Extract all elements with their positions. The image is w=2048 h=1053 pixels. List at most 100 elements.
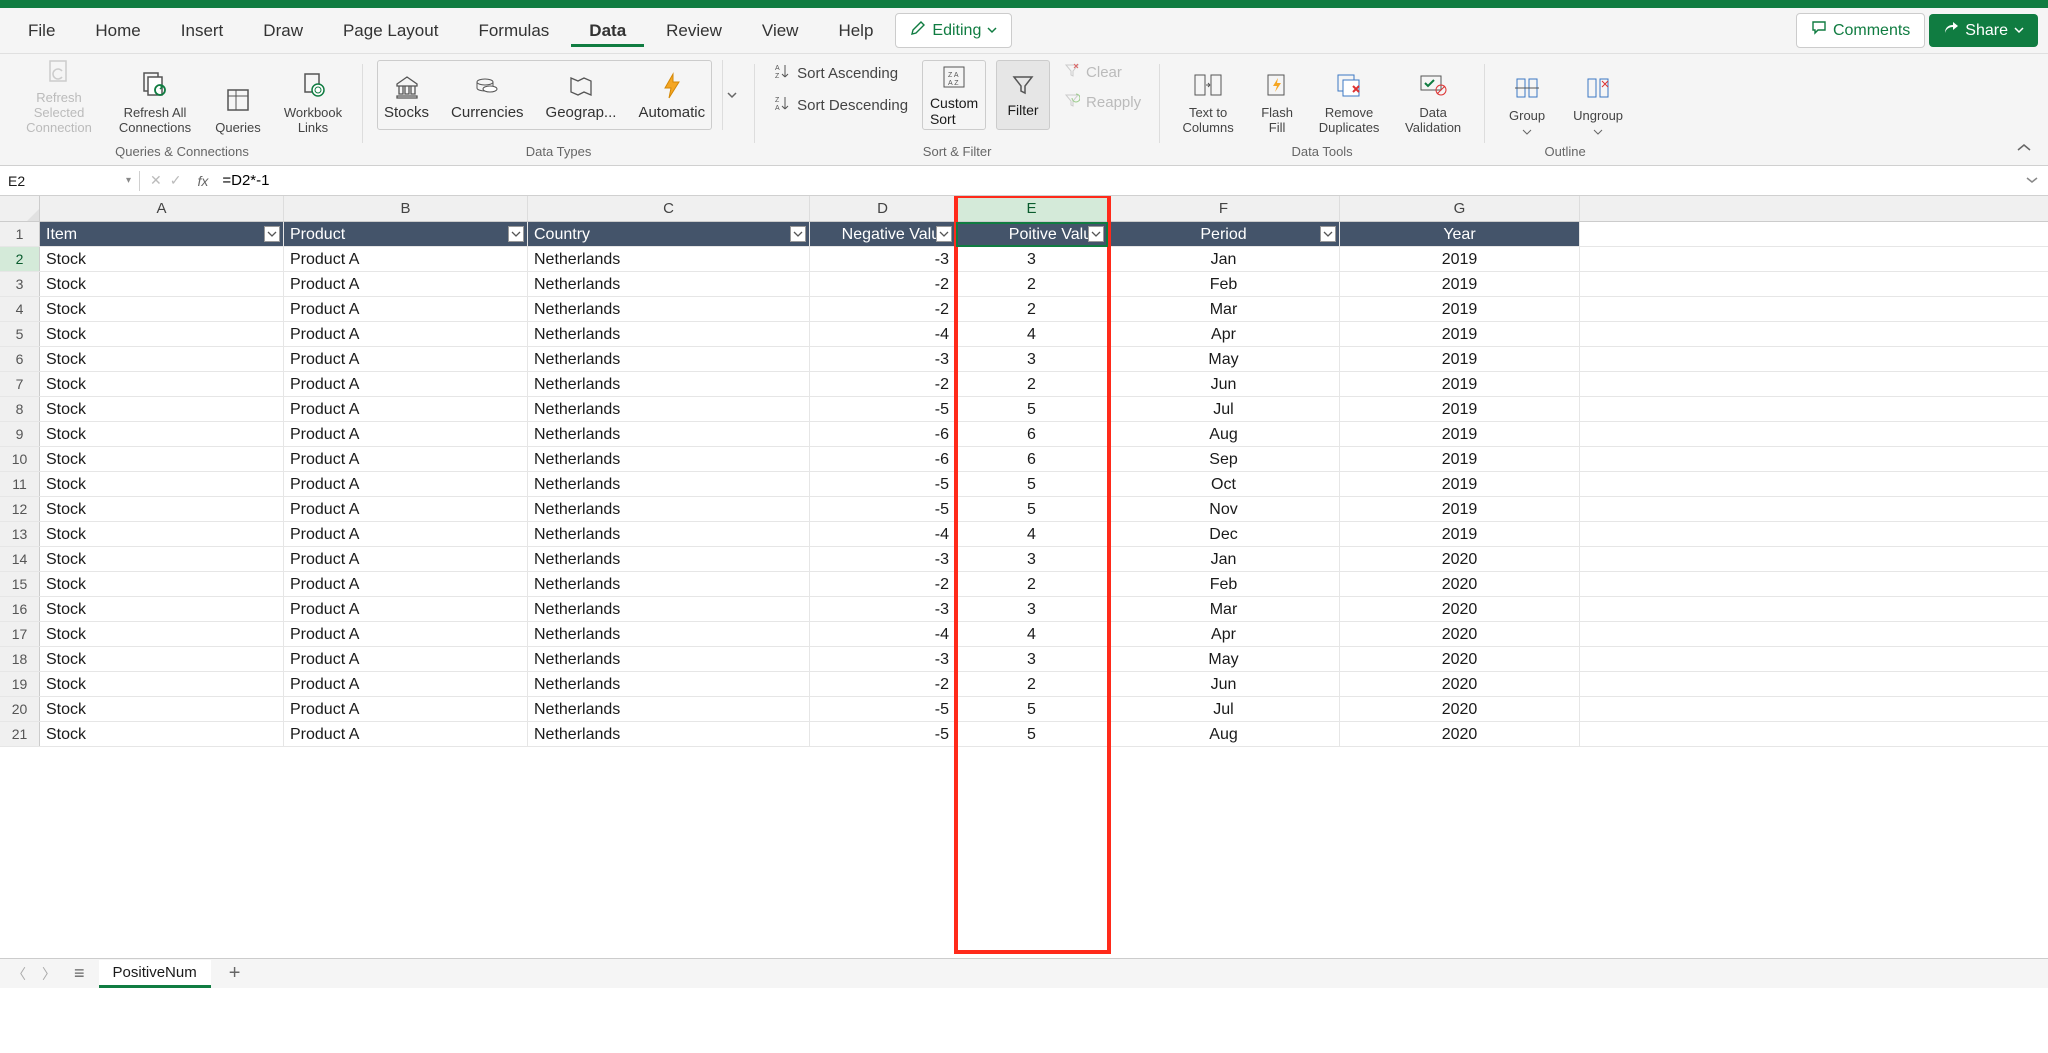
col-header-B[interactable]: B [284, 196, 528, 221]
row-header-11[interactable]: 11 [0, 472, 40, 496]
cell[interactable]: -3 [810, 647, 956, 671]
comments-button[interactable]: Comments [1796, 13, 1925, 48]
share-button[interactable]: Share [1929, 14, 2038, 47]
cell[interactable]: Netherlands [528, 247, 810, 271]
cell[interactable]: Feb [1108, 272, 1340, 296]
custom-sort-button[interactable]: Z AA ZCustom Sort [922, 60, 986, 130]
queries-button[interactable]: Queries [208, 60, 268, 138]
cell[interactable]: 2 [956, 272, 1108, 296]
menu-view[interactable]: View [744, 15, 817, 47]
cell[interactable]: Apr [1108, 322, 1340, 346]
cell[interactable]: -5 [810, 697, 956, 721]
cell[interactable]: Netherlands [528, 347, 810, 371]
cell[interactable]: Stock [40, 322, 284, 346]
cell[interactable]: Product A [284, 347, 528, 371]
sort-descending-button[interactable]: ZASort Descending [769, 92, 912, 118]
cell[interactable]: -5 [810, 722, 956, 746]
cell[interactable]: 4 [956, 522, 1108, 546]
cell[interactable]: Product A [284, 322, 528, 346]
cell[interactable]: Netherlands [528, 372, 810, 396]
menu-draw[interactable]: Draw [245, 15, 321, 47]
formula-input[interactable] [214, 170, 2016, 191]
cell[interactable]: Feb [1108, 572, 1340, 596]
cell[interactable]: -3 [810, 247, 956, 271]
cell[interactable]: Netherlands [528, 397, 810, 421]
cell[interactable]: -2 [810, 572, 956, 596]
cell[interactable]: Stock [40, 547, 284, 571]
cell[interactable]: 2020 [1340, 572, 1580, 596]
cell[interactable]: 2019 [1340, 372, 1580, 396]
cell[interactable]: 2019 [1340, 522, 1580, 546]
cancel-formula-icon[interactable]: ✕ [150, 172, 162, 189]
cell[interactable]: Stock [40, 647, 284, 671]
filter-button[interactable]: Filter [996, 60, 1050, 130]
filter-dropdown-icon[interactable] [936, 226, 952, 242]
cell[interactable]: Product A [284, 647, 528, 671]
cell[interactable]: Product A [284, 572, 528, 596]
header-country[interactable]: Country [528, 222, 810, 246]
cell[interactable]: 2020 [1340, 597, 1580, 621]
menu-formulas[interactable]: Formulas [460, 15, 567, 47]
cell[interactable]: -5 [810, 497, 956, 521]
cell[interactable]: -4 [810, 622, 956, 646]
cell[interactable]: -5 [810, 397, 956, 421]
cell[interactable]: Stock [40, 697, 284, 721]
ribbon-collapse-button[interactable] [2006, 132, 2042, 165]
cell[interactable]: -2 [810, 672, 956, 696]
col-header-A[interactable]: A [40, 196, 284, 221]
menu-home[interactable]: Home [77, 15, 158, 47]
cell[interactable]: 2019 [1340, 422, 1580, 446]
cell[interactable]: Stock [40, 572, 284, 596]
row-header-8[interactable]: 8 [0, 397, 40, 421]
cell[interactable]: -2 [810, 297, 956, 321]
row-header-7[interactable]: 7 [0, 372, 40, 396]
cell[interactable]: 4 [956, 622, 1108, 646]
row-header-13[interactable]: 13 [0, 522, 40, 546]
cell[interactable]: 2020 [1340, 547, 1580, 571]
cell[interactable]: Product A [284, 672, 528, 696]
cell[interactable]: 4 [956, 322, 1108, 346]
cell[interactable]: May [1108, 347, 1340, 371]
cell[interactable]: 5 [956, 472, 1108, 496]
cell[interactable]: Product A [284, 272, 528, 296]
cell[interactable]: Stock [40, 247, 284, 271]
cell[interactable]: Product A [284, 697, 528, 721]
col-header-D[interactable]: D [810, 196, 956, 221]
cell[interactable]: Sep [1108, 447, 1340, 471]
cell[interactable]: 2019 [1340, 497, 1580, 521]
cell[interactable]: Product A [284, 397, 528, 421]
col-header-C[interactable]: C [528, 196, 810, 221]
filter-dropdown-icon[interactable] [1088, 226, 1104, 242]
cell[interactable]: -6 [810, 447, 956, 471]
row-header-18[interactable]: 18 [0, 647, 40, 671]
menu-insert[interactable]: Insert [163, 15, 242, 47]
header-product[interactable]: Product [284, 222, 528, 246]
filter-dropdown-icon[interactable] [790, 226, 806, 242]
data-types-gallery[interactable]: Stocks Currencies Geograp... Automatic [377, 60, 712, 130]
cell[interactable]: Jan [1108, 547, 1340, 571]
cell[interactable]: 2 [956, 297, 1108, 321]
cell[interactable]: Jan [1108, 247, 1340, 271]
cell[interactable]: Mar [1108, 297, 1340, 321]
editing-mode-dropdown[interactable]: Editing [895, 13, 1012, 48]
cell[interactable]: -6 [810, 422, 956, 446]
cell[interactable]: 2019 [1340, 297, 1580, 321]
cell[interactable]: Netherlands [528, 572, 810, 596]
cell[interactable]: Product A [284, 447, 528, 471]
cell[interactable]: 2020 [1340, 647, 1580, 671]
cell[interactable]: -2 [810, 372, 956, 396]
cell[interactable]: 2020 [1340, 697, 1580, 721]
col-header-F[interactable]: F [1108, 196, 1340, 221]
cell[interactable]: Stock [40, 622, 284, 646]
row-header-6[interactable]: 6 [0, 347, 40, 371]
cell[interactable]: 3 [956, 347, 1108, 371]
cell[interactable]: Oct [1108, 472, 1340, 496]
formula-expand-button[interactable] [2016, 173, 2048, 189]
row-header-12[interactable]: 12 [0, 497, 40, 521]
cell[interactable]: Netherlands [528, 447, 810, 471]
cell[interactable]: 3 [956, 647, 1108, 671]
cell[interactable]: 2020 [1340, 722, 1580, 746]
row-header-1[interactable]: 1 [0, 222, 40, 246]
cell[interactable]: -2 [810, 272, 956, 296]
cell[interactable]: -3 [810, 347, 956, 371]
